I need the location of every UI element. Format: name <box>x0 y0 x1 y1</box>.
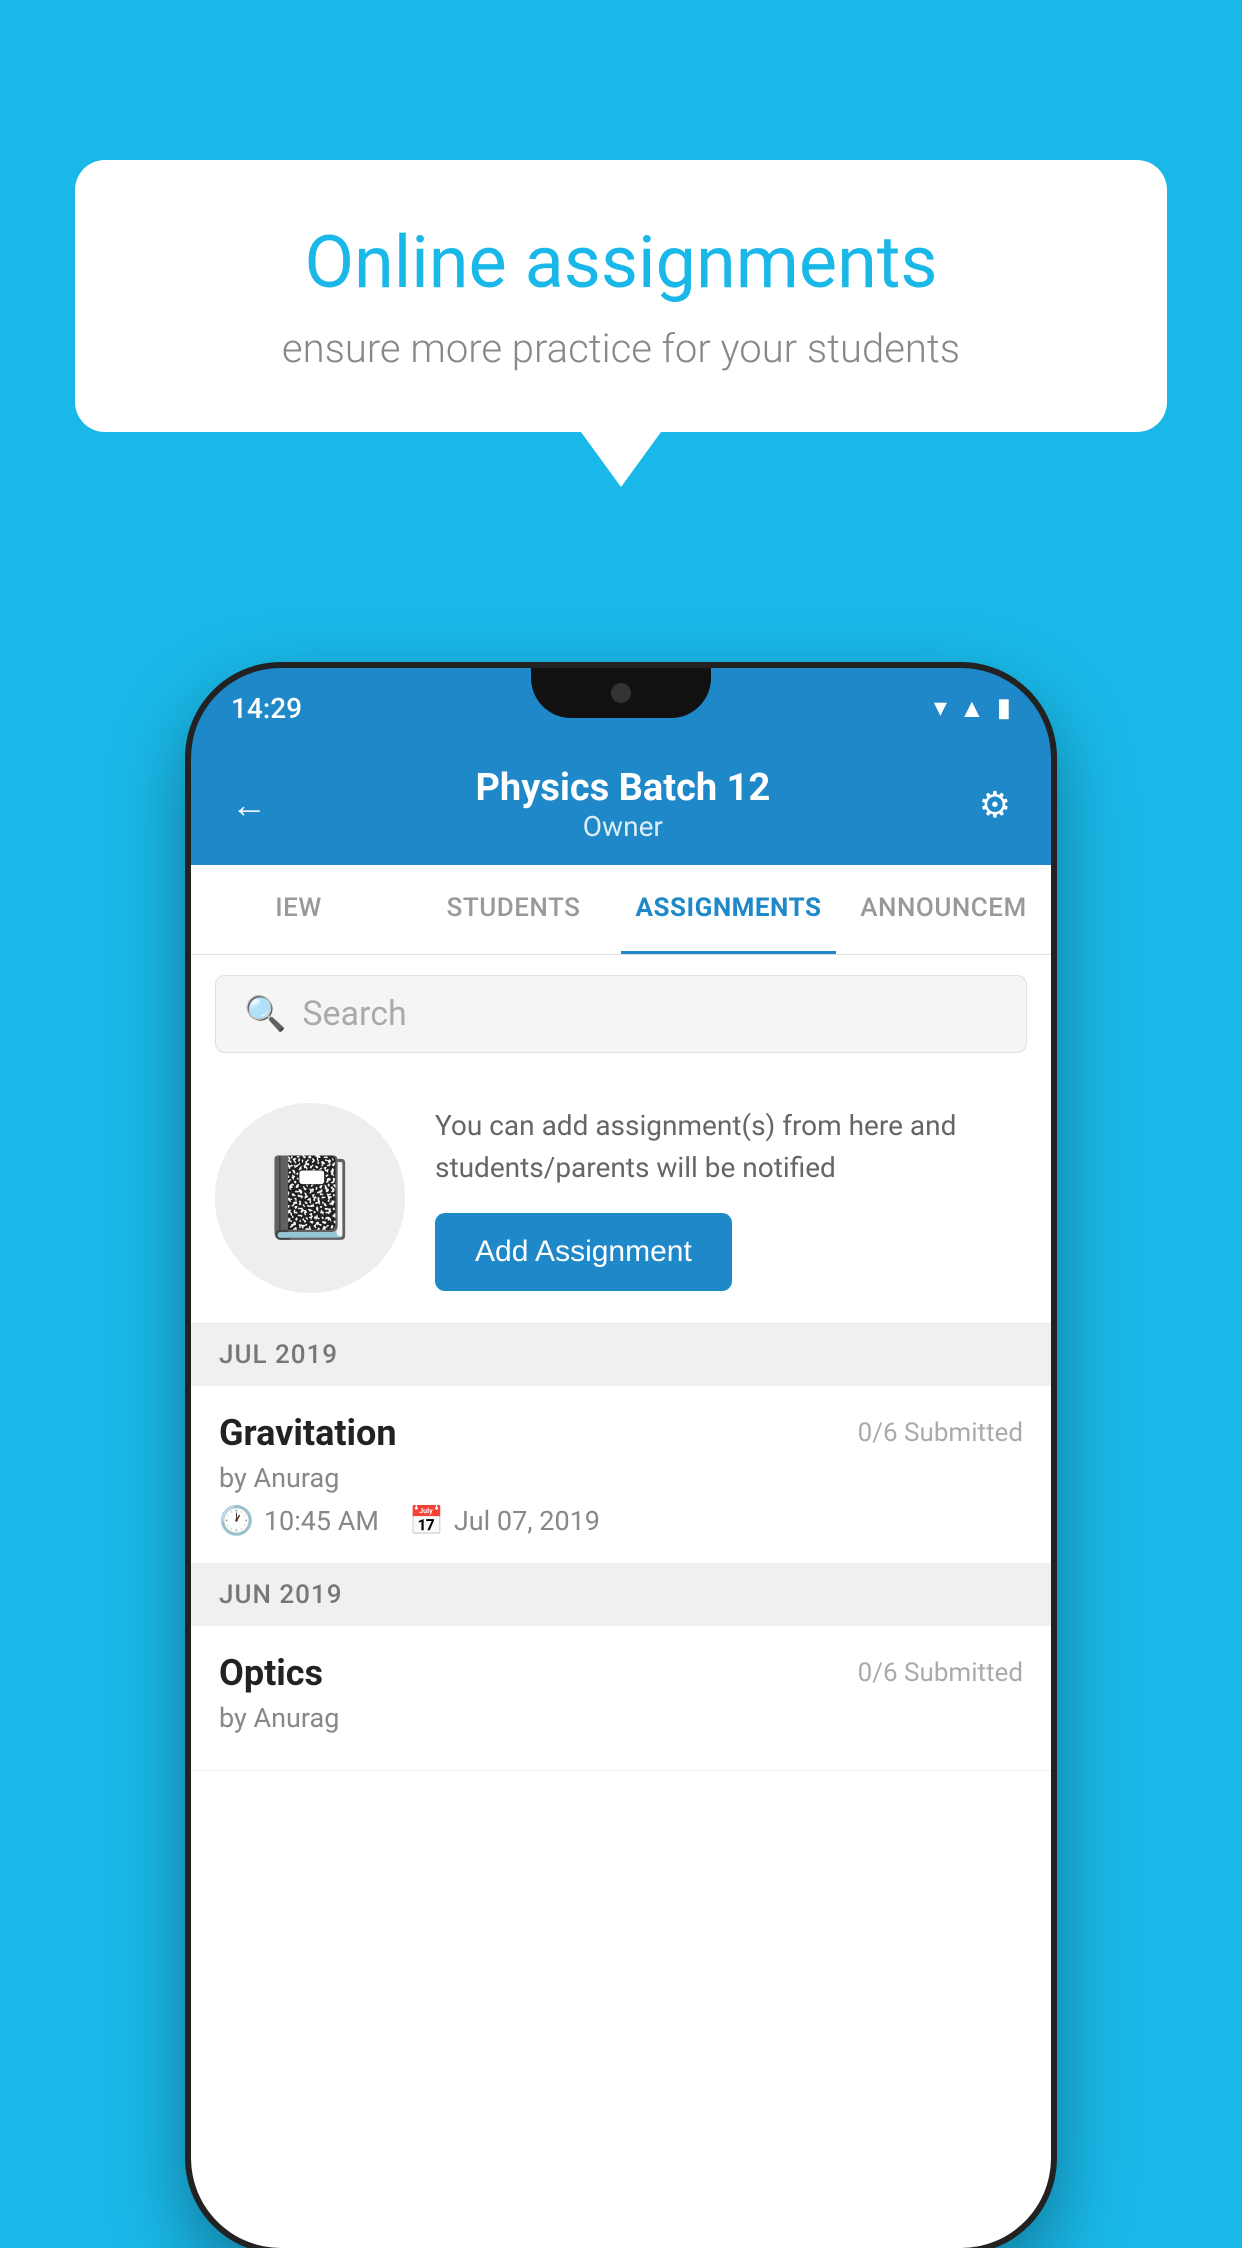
batch-role: Owner <box>475 810 770 843</box>
app-header: ← Physics Batch 12 Owner ⚙ <box>191 748 1051 865</box>
speech-bubble-wrapper: Online assignments ensure more practice … <box>75 160 1167 487</box>
assignment-top-row-optics: Optics 0/6 Submitted <box>219 1652 1023 1694</box>
assignment-item-optics[interactable]: Optics 0/6 Submitted by Anurag <box>191 1626 1051 1771</box>
tabs-bar: IEW STUDENTS ASSIGNMENTS ANNOUNCEM <box>191 865 1051 955</box>
assignment-top-row: Gravitation 0/6 Submitted <box>219 1412 1023 1454</box>
header-center: Physics Batch 12 Owner <box>475 766 770 843</box>
add-assignment-button[interactable]: Add Assignment <box>435 1213 732 1291</box>
promo-icon-circle: 📓 <box>215 1103 405 1293</box>
assignment-time: 🕐 10:45 AM <box>219 1504 379 1537</box>
status-time: 14:29 <box>231 692 302 725</box>
assignment-meta: 🕐 10:45 AM 📅 Jul 07, 2019 <box>219 1504 1023 1537</box>
assignment-name: Gravitation <box>219 1412 397 1454</box>
assignment-by-optics: by Anurag <box>219 1702 1023 1734</box>
tab-assignments[interactable]: ASSIGNMENTS <box>621 865 836 954</box>
signal-icon: ▲ <box>959 693 985 724</box>
assignment-submitted-optics: 0/6 Submitted <box>858 1658 1023 1688</box>
notch <box>531 668 711 718</box>
speech-bubble: Online assignments ensure more practice … <box>75 160 1167 432</box>
search-bar[interactable]: 🔍 Search <box>215 975 1027 1053</box>
speech-bubble-subtitle: ensure more practice for your students <box>145 325 1097 372</box>
section-header-jun: JUN 2019 <box>191 1564 1051 1626</box>
camera <box>611 683 631 703</box>
assignment-submitted: 0/6 Submitted <box>858 1418 1023 1448</box>
promo-content: You can add assignment(s) from here and … <box>435 1105 1027 1291</box>
settings-button[interactable]: ⚙ <box>979 784 1011 826</box>
section-header-jul: JUL 2019 <box>191 1324 1051 1386</box>
promo-area: 📓 You can add assignment(s) from here an… <box>191 1073 1051 1324</box>
tab-students[interactable]: STUDENTS <box>406 865 621 954</box>
search-bar-wrapper: 🔍 Search <box>191 955 1051 1073</box>
search-icon: 🔍 <box>244 994 286 1034</box>
promo-description: You can add assignment(s) from here and … <box>435 1105 1027 1189</box>
assignment-name-optics: Optics <box>219 1652 323 1694</box>
calendar-icon: 📅 <box>409 1504 444 1537</box>
phone-screen: 🔍 Search 📓 You can add assignment(s) fro… <box>191 955 1051 2248</box>
assignment-by: by Anurag <box>219 1462 1023 1494</box>
phone-frame: 14:29 ▾ ▲ ▮ ← Physics Batch 12 Owner ⚙ I… <box>191 668 1051 2248</box>
status-icons: ▾ ▲ ▮ <box>934 693 1011 724</box>
assignment-date: 📅 Jul 07, 2019 <box>409 1504 600 1537</box>
batch-title: Physics Batch 12 <box>475 766 770 810</box>
assignment-item-gravitation[interactable]: Gravitation 0/6 Submitted by Anurag 🕐 10… <box>191 1386 1051 1564</box>
speech-bubble-arrow <box>581 432 661 487</box>
wifi-icon: ▾ <box>934 693 947 723</box>
search-placeholder: Search <box>302 994 406 1034</box>
clock-icon: 🕐 <box>219 1504 254 1537</box>
speech-bubble-title: Online assignments <box>145 220 1097 305</box>
tab-overview[interactable]: IEW <box>191 865 406 954</box>
status-bar: 14:29 ▾ ▲ ▮ <box>191 668 1051 748</box>
notebook-icon: 📓 <box>260 1151 360 1245</box>
tab-announcements[interactable]: ANNOUNCEM <box>836 865 1051 954</box>
back-button[interactable]: ← <box>231 784 267 826</box>
battery-icon: ▮ <box>997 693 1011 723</box>
